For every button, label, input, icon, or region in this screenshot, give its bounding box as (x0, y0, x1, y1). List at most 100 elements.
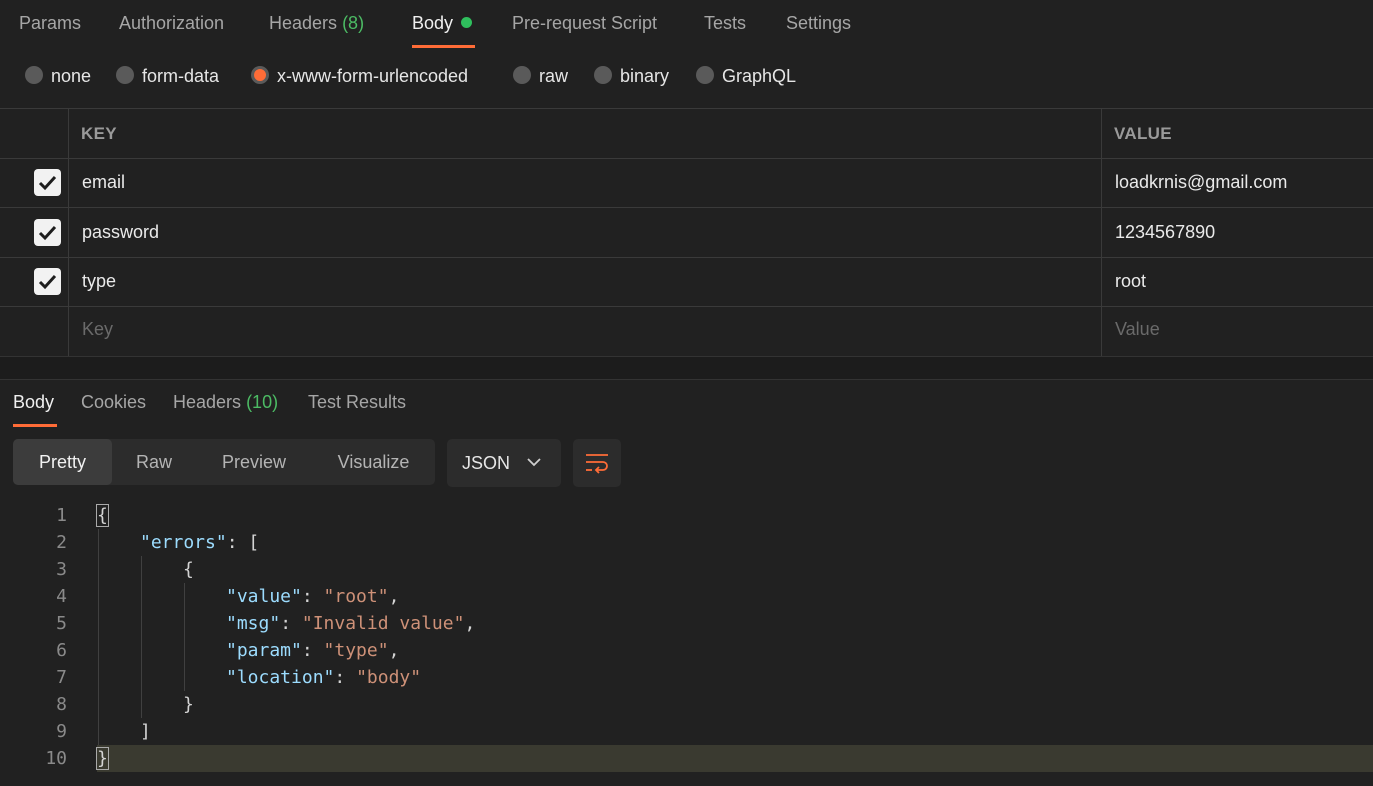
radio-circle (116, 66, 134, 85)
json-string: "Invalid value" (301, 613, 465, 634)
row-checkbox[interactable] (34, 219, 61, 246)
radio-graphql[interactable]: GraphQL (696, 66, 796, 87)
tab-body[interactable]: Body (412, 13, 473, 34)
view-mode-group: Pretty Raw Preview Visualize (13, 439, 435, 485)
check-icon (38, 274, 57, 290)
comma: , (388, 586, 400, 607)
radio-circle (696, 66, 714, 85)
response-tab-test-results[interactable]: Test Results (308, 392, 406, 413)
json-key: "param" (226, 640, 302, 661)
divider (0, 257, 1373, 258)
radio-circle-selected (251, 66, 269, 85)
json-string: "type" (323, 640, 389, 661)
key-cell[interactable]: password (82, 222, 159, 243)
response-tab-body[interactable]: Body (13, 392, 54, 413)
radio-none[interactable]: none (25, 66, 91, 87)
key-input[interactable]: Key (82, 319, 113, 340)
line-number: 7 (56, 667, 67, 688)
json-key: "msg" (226, 613, 281, 634)
bracket: ] (140, 721, 151, 742)
code-line: "location": "body" (226, 667, 422, 688)
line-number: 10 (45, 748, 67, 769)
view-pretty-button[interactable]: Pretty (13, 439, 112, 485)
code-line: ] (140, 718, 151, 745)
line-number: 3 (56, 559, 67, 580)
tab-settings[interactable]: Settings (786, 13, 851, 34)
divider (0, 108, 1373, 109)
key-cell[interactable]: email (82, 172, 125, 193)
indent-guide (184, 583, 185, 691)
divider (1101, 108, 1102, 356)
tab-authorization[interactable]: Authorization (119, 13, 224, 34)
divider (0, 207, 1373, 208)
line-number: 4 (56, 586, 67, 607)
line-number: 5 (56, 613, 67, 634)
line-number: 2 (56, 532, 67, 553)
format-label: JSON (462, 453, 511, 473)
tab-tests[interactable]: Tests (704, 13, 746, 34)
divider (68, 108, 69, 356)
divider (0, 158, 1373, 159)
code-line: } (96, 745, 109, 772)
json-key: "value" (226, 586, 302, 607)
code-line: "msg": "Invalid value", (226, 613, 476, 634)
response-tab-headers[interactable]: Headers (10) (173, 392, 278, 413)
view-raw-button[interactable]: Raw (112, 439, 196, 485)
bracket: [ (248, 532, 260, 553)
bracket: } (183, 694, 194, 715)
code-line: } (183, 691, 194, 718)
tab-headers[interactable]: Headers (8) (269, 13, 364, 34)
check-icon (38, 175, 57, 191)
radio-circle (594, 66, 612, 85)
line-number: 8 (56, 694, 67, 715)
radio-form-data[interactable]: form-data (116, 66, 219, 87)
active-tab-indicator (412, 45, 475, 48)
response-headers-count: (10) (246, 392, 279, 412)
value-column-header: VALUE (1114, 124, 1172, 143)
value-cell[interactable]: loadkrnis@gmail.com (1115, 172, 1287, 193)
radio-binary[interactable]: binary (594, 66, 669, 87)
view-preview-button[interactable]: Preview (196, 439, 312, 485)
value-cell[interactable]: 1234567890 (1115, 222, 1215, 243)
comma: , (464, 613, 476, 634)
current-line-highlight (97, 745, 1373, 772)
radio-circle (25, 66, 43, 85)
pane-resize-handle[interactable] (0, 356, 1373, 380)
json-key: "location" (226, 667, 335, 688)
code-line: "errors": [ (140, 532, 260, 553)
row-checkbox[interactable] (34, 268, 61, 295)
response-tab-cookies[interactable]: Cookies (81, 392, 146, 413)
code-line: { (183, 556, 194, 583)
json-string: "body" (356, 667, 422, 688)
code-line: "value": "root", (226, 586, 400, 607)
radio-circle (513, 66, 531, 85)
code-line: "param": "type", (226, 640, 400, 661)
indent-guide (141, 556, 142, 718)
tab-pre-request-script[interactable]: Pre-request Script (512, 13, 657, 34)
bracket: } (96, 747, 109, 770)
divider (0, 306, 1373, 307)
headers-count: (8) (342, 13, 365, 33)
request-tabs: Params Authorization Headers (8) Body Pr… (0, 0, 1373, 48)
value-input[interactable]: Value (1115, 319, 1160, 340)
bracket: { (183, 559, 194, 580)
wrap-lines-button[interactable] (573, 439, 621, 487)
tab-params[interactable]: Params (19, 13, 81, 34)
comma: , (388, 640, 400, 661)
code-line: { (96, 502, 109, 529)
indent-guide (98, 529, 99, 745)
format-select[interactable]: JSON (447, 439, 561, 487)
active-response-tab-indicator (13, 424, 57, 427)
check-icon (38, 225, 57, 241)
wrap-text-icon (586, 454, 608, 474)
value-cell[interactable]: root (1115, 271, 1146, 292)
key-column-header: KEY (81, 124, 117, 143)
radio-raw[interactable]: raw (513, 66, 568, 87)
key-cell[interactable]: type (82, 271, 116, 292)
chevron-down-icon (527, 458, 541, 467)
view-visualize-button[interactable]: Visualize (312, 439, 435, 485)
line-number: 6 (56, 640, 67, 661)
line-number: 9 (56, 721, 67, 742)
row-checkbox[interactable] (34, 169, 61, 196)
radio-x-www-form-urlencoded[interactable]: x-www-form-urlencoded (251, 66, 468, 87)
